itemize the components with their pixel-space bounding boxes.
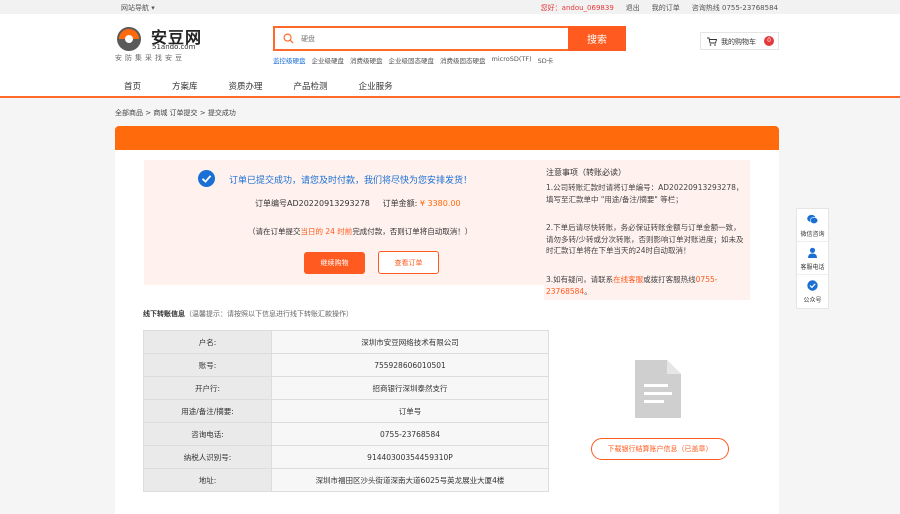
official-account-button[interactable]: 公众号 [797,275,828,308]
table-row: 账号: 755928606010501 [143,353,549,377]
breadcrumb[interactable]: 全部商品 > 商城 订单提交 > 提交成功 [115,108,236,118]
row-value: 91440300354459310P [271,445,549,469]
customer-service-label: 客服电话 [800,264,825,271]
card-header-bar [115,126,779,150]
hotword-link[interactable]: SD卡 [538,55,554,65]
official-account-icon [807,280,818,291]
row-key: 纳税人识别号: [143,445,272,469]
nav-item-home[interactable]: 首页 [124,80,141,92]
bank-info-table: 户名: 深圳市安豆网络技术有限公司 账号: 755928606010501 开户行:… [143,330,549,492]
hotword-link[interactable]: 企业级固态硬盘 [389,55,435,65]
cart-button[interactable]: 我的购物车 0 [700,32,779,50]
notice-item-3-prefix: 3.如有疑问，请联系 [546,275,614,284]
success-panel: 订单已提交成功，请您及时付款，我们将尽快为您安排发货！ 订单编号AD202209… [144,160,544,285]
notice-item-1: 1.公司转账汇款时请将订单编号：AD20220913293278，填写至汇款单中… [546,183,744,204]
search-icon [283,33,294,44]
row-key: 用途/备注/摘要: [143,399,272,423]
top-bar: 网站导航 ▾ 您好：andou_069839 退出 我的订单 咨询热线 0755… [0,0,900,14]
order-info: 订单编号AD20220913293278 订单金额: ¥ 3380.00 [255,198,461,209]
notice-item-2: 2.下单后请尽快转账，务必保证转账金额与订单金额一致，请勿多转/少转或分次转账，… [546,223,744,255]
hotline-text: 咨询热线 0755-23768584 [691,4,778,12]
deadline-suffix: 完成付款，否则订单将自动取消！） [352,227,473,236]
transfer-tip: （温馨提示：请按照以下信息进行线下转账汇款操作） [185,310,353,318]
floating-sidebar: 微信咨询 客服电话 公众号 [796,208,829,309]
row-value: 0755-23768584 [271,422,549,446]
table-row: 开户行: 招商银行深圳泰然支行 [143,376,549,400]
search-box: 搜索 [273,26,626,51]
official-account-label: 公众号 [803,297,822,304]
transfer-title: 线下转账信息 [143,310,185,318]
notice-title: 注意事项（转账必读） [546,168,626,177]
hotword-link[interactable]: 消费级固态硬盘 [440,55,486,65]
nav-item-qualification[interactable]: 资质办理 [229,80,263,92]
check-circle-icon [198,170,215,187]
site-nav-menu[interactable]: 网站导航 ▾ [121,3,155,13]
order-amount: ¥ 3380.00 [419,199,461,208]
download-bank-info-button[interactable]: 下载银行结算账户信息（已盖章） [591,438,729,460]
row-key: 账号: [143,353,272,377]
row-value: 755928606010501 [271,353,549,377]
view-order-button[interactable]: 查看订单 [378,251,439,274]
site-nav-label[interactable]: 网站导航 [121,4,149,12]
wechat-icon [807,214,818,224]
notice-item-3: 3.如有疑问，请联系在线客服或拨打客服热线0755-23768584。 [546,274,746,297]
table-row: 咨询电话: 0755-23768584 [143,422,549,446]
table-row: 用途/备注/摘要: 订单号 [143,399,549,423]
table-row: 户名: 深圳市安豆网络技术有限公司 [143,330,549,354]
deadline-highlight: 当日的 24 时前 [300,227,353,236]
logo-mark-icon [117,27,141,51]
customer-service-button[interactable]: 客服电话 [797,242,828,275]
document-icon [635,360,681,418]
success-message: 订单已提交成功，请您及时付款，我们将尽快为您安排发货！ [229,176,473,186]
hotword-link[interactable]: microSD(TF) [492,55,532,65]
cart-icon [707,37,717,46]
wechat-consult-button[interactable]: 微信咨询 [797,209,828,242]
logo-slogan: 安防集采找安豆 [115,54,185,62]
row-key: 户名: [143,330,272,354]
deadline-prefix: （请在订单提交 [248,227,301,236]
transfer-info-heading: 线下转账信息（温馨提示：请按照以下信息进行线下转账汇款操作） [143,309,353,319]
notice-item-3-mid: 或拨打客服热线 [643,275,696,284]
search-input[interactable] [301,31,561,47]
notice-item-3-suffix: 。 [584,286,592,296]
order-success-card: 订单已提交成功，请您及时付款，我们将尽快为您安排发货！ 订单编号AD202209… [115,126,779,514]
logo-text-en: 51ando.com [152,43,196,51]
cart-label: 我的购物车 [721,38,756,46]
table-row: 地址: 深圳市福田区沙头街道深南大道6025号英龙展业大厦4楼 [143,468,549,492]
continue-shopping-button[interactable]: 继续购物 [304,252,365,274]
site-logo[interactable]: 安豆网 51ando.com 安防集采找安豆 [114,26,224,66]
hot-keywords: 监控级硬盘 企业级硬盘 消费级硬盘 企业级固态硬盘 消费级固态硬盘 microS… [273,55,553,65]
cart-count-badge: 0 [764,36,774,46]
hotword-link[interactable]: 监控级硬盘 [273,55,306,65]
logout-link[interactable]: 退出 [626,3,640,13]
row-key: 地址: [143,468,272,492]
my-orders-link[interactable]: 我的订单 [652,3,680,13]
nav-item-testing[interactable]: 产品检测 [294,80,328,92]
online-service-link[interactable]: 在线客服 [613,275,643,284]
chevron-down-icon: ▾ [151,4,155,12]
hotword-link[interactable]: 企业级硬盘 [312,55,345,65]
row-value: 招商银行深圳泰然支行 [271,376,549,400]
header: 安豆网 51ando.com 安防集采找安豆 搜索 监控级硬盘 企业级硬盘 消费… [0,14,900,74]
row-key: 咨询电话: [143,422,272,446]
row-value: 深圳市福田区沙头街道深南大道6025号英龙展业大厦4楼 [271,468,549,492]
row-value: 深圳市安豆网络技术有限公司 [271,330,549,354]
row-value: 订单号 [271,399,549,423]
hotword-link[interactable]: 消费级硬盘 [350,55,383,65]
main-nav: 首页 方案库 资质办理 产品检测 企业服务 [0,74,900,98]
order-number: 订单编号AD20220913293278 [255,199,370,208]
nav-item-enterprise[interactable]: 企业服务 [359,80,393,92]
row-key: 开户行: [143,376,272,400]
table-row: 纳税人识别号: 91440300354459310P [143,445,549,469]
wechat-consult-label: 微信咨询 [800,231,825,238]
notice-panel: 注意事项（转账必读） 1.公司转账汇款时请将订单编号：AD20220913293… [544,160,750,300]
nav-item-solutions[interactable]: 方案库 [172,80,198,92]
order-amount-label: 订单金额: [382,199,418,208]
payment-deadline-note: （请在订单提交当日的 24 时前完成付款，否则订单将自动取消！） [248,226,472,237]
user-greeting[interactable]: 您好：andou_069839 [541,3,614,13]
search-button[interactable]: 搜索 [568,26,626,51]
user-icon [808,247,817,258]
